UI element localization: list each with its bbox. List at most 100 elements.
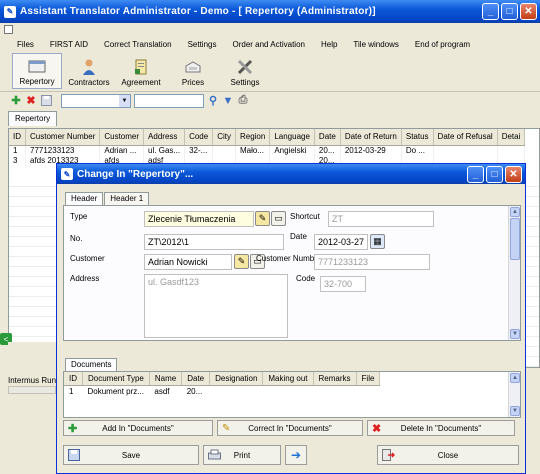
ribbon-repertory-button[interactable]: Repertory — [12, 53, 62, 89]
print-icon-btn — [208, 449, 221, 463]
menu-settings[interactable]: Settings — [179, 40, 224, 49]
grid-col-header[interactable]: Date of Return — [340, 129, 402, 146]
menu-files[interactable]: Files — [8, 40, 41, 49]
table-row-cell: 2012-03-29 — [340, 145, 402, 155]
ribbon-prices-label: Prices — [181, 78, 205, 87]
dialog-minimize-button[interactable]: _ — [467, 166, 484, 183]
doc-col-header[interactable]: Making out — [262, 372, 314, 386]
delete-icon[interactable]: ✖ — [25, 95, 37, 107]
menu-first-aid[interactable]: FIRST AID — [41, 40, 95, 49]
doc-col-header[interactable]: File — [356, 372, 381, 386]
table-row[interactable]: 1 7771233123 Adrian ... ul. Gas... 32-... Mał… — [9, 145, 526, 155]
grid-col-header[interactable]: Customer — [99, 129, 145, 146]
filter-icon[interactable]: ▼ — [222, 95, 234, 107]
tab-documents[interactable]: Documents — [65, 358, 118, 371]
ribbon-agreement-button[interactable]: Agreement — [116, 53, 166, 89]
tab-header-1[interactable]: Header 1 — [104, 192, 150, 205]
search-icon[interactable]: ⚲ — [207, 95, 219, 107]
date-field[interactable]: 2012-03-27 — [314, 234, 368, 250]
clear-type-icon[interactable]: ▭ — [271, 211, 286, 226]
customer-field[interactable]: Adrian Nowicki — [144, 254, 232, 270]
delete-document-label: Delete In "Documents" — [400, 423, 482, 433]
dialog-maximize-button[interactable]: □ — [486, 166, 503, 183]
save-button[interactable]: Save — [63, 445, 199, 465]
doc-col-header[interactable]: Designation — [209, 372, 264, 386]
correct-document-button[interactable]: ✎ Correct In "Documents" — [217, 420, 363, 436]
menu-bar: Files FIRST AID Correct Translation Sett… — [0, 36, 540, 53]
doc-row-cell — [263, 385, 313, 397]
close-dialog-button[interactable]: Close — [377, 445, 519, 465]
close-button[interactable]: ✕ — [520, 3, 537, 20]
doc-col-header[interactable]: Remarks — [313, 372, 357, 386]
documents-scrollbar[interactable]: ▲ ▼ — [508, 372, 520, 417]
tab-header[interactable]: Header — [65, 192, 104, 206]
grid-col-header[interactable]: City — [212, 129, 236, 146]
repertory-icon — [28, 58, 46, 74]
doc-row-cell — [356, 385, 380, 397]
documents-section: Documents ID Document Type Name Date Designa… — [63, 358, 521, 418]
grid-col-header[interactable]: Status — [401, 129, 434, 146]
menu-help[interactable]: Help — [312, 40, 344, 49]
doc-row[interactable]: 1 Dokument prz... asdf 20... — [64, 385, 380, 397]
grid-col-header[interactable]: Detai — [497, 129, 526, 146]
header-panel-scrollbar[interactable]: ▲ ▼ — [508, 206, 520, 340]
doc-col-header[interactable]: Date — [181, 372, 211, 386]
main-title-bar[interactable]: ✎ Assistant Translator Administrator - D… — [0, 0, 540, 23]
grid-col-header[interactable]: Date of Refusal — [433, 129, 498, 146]
edit-type-icon[interactable]: ✎ — [255, 211, 270, 226]
ribbon-prices-button[interactable]: Prices — [168, 53, 218, 89]
type-label: Type — [70, 212, 88, 221]
type-field[interactable]: Zlecenie Tłumaczenia — [144, 211, 254, 227]
add-icon[interactable]: ✚ — [10, 95, 22, 107]
doc-col-header[interactable]: Name — [149, 372, 183, 386]
grid-col-header[interactable]: Customer Number — [25, 129, 101, 146]
address-field[interactable]: ul. Gasdf123 — [144, 274, 288, 338]
doc-col-header[interactable]: Document Type — [82, 372, 150, 386]
next-button[interactable]: ➔ — [285, 445, 307, 465]
scroll-up-icon[interactable]: ▲ — [510, 207, 520, 217]
maximize-button[interactable]: □ — [501, 3, 518, 20]
shortcut-label: Shortcut — [290, 212, 320, 221]
documents-grid[interactable]: ID Document Type Name Date Designation Making… — [63, 371, 521, 418]
shortcut-field[interactable]: ZT — [328, 211, 434, 227]
add-document-button[interactable]: ✚ Add In "Documents" — [63, 420, 213, 436]
horizontal-scrollbar[interactable] — [8, 386, 56, 394]
doc-scroll-down-icon[interactable]: ▼ — [510, 406, 520, 416]
grid-col-header[interactable]: Address — [143, 129, 186, 146]
grid-col-header[interactable]: Code — [184, 129, 214, 146]
doc-scroll-up-icon[interactable]: ▲ — [510, 373, 520, 383]
print-button[interactable]: Print — [203, 445, 281, 465]
menu-correct-translation[interactable]: Correct Translation — [95, 40, 179, 49]
mdi-document-icon[interactable] — [4, 25, 13, 34]
save-disk-icon[interactable] — [40, 95, 52, 107]
ribbon-contractors-button[interactable]: Contractors — [64, 53, 114, 89]
minimize-button[interactable]: _ — [482, 3, 499, 20]
add-document-label: Add In "Documents" — [102, 423, 174, 433]
grid-col-header[interactable]: ID — [9, 129, 26, 146]
delete-document-button[interactable]: ✖ Delete In "Documents" — [367, 420, 515, 436]
filter-combo[interactable]: ▼ — [61, 93, 131, 108]
no-field[interactable]: ZT\2012\1 — [144, 234, 284, 250]
doc-col-header[interactable]: ID — [64, 372, 83, 386]
menu-order-activation[interactable]: Order and Activation — [223, 40, 311, 49]
dialog-title-bar[interactable]: ✎ Change In "Repertory"... _ □ ✕ — [57, 164, 525, 184]
dialog-close-button[interactable]: ✕ — [505, 166, 522, 183]
print-icon[interactable]: ⎙ — [237, 94, 249, 107]
scroll-thumb[interactable] — [510, 218, 520, 260]
menu-tile-windows[interactable]: Tile windows — [344, 40, 406, 49]
edit-customer-icon[interactable]: ✎ — [234, 254, 249, 269]
calendar-icon[interactable]: ▦ — [370, 234, 385, 249]
grid-col-header[interactable]: Language — [269, 129, 315, 146]
customer-number-field[interactable]: 7771233123 — [314, 254, 430, 270]
ribbon-settings-button[interactable]: Settings — [220, 53, 270, 89]
grid-col-header[interactable]: Region — [235, 129, 271, 146]
menu-end-program[interactable]: End of program — [406, 40, 477, 49]
scroll-down-icon[interactable]: ▼ — [510, 329, 520, 339]
table-row-cell: 20... — [314, 145, 341, 155]
search-field[interactable] — [134, 93, 204, 108]
tab-repertory[interactable]: Repertory — [8, 111, 58, 126]
code-field[interactable]: 32-700 — [320, 276, 366, 292]
close-label: Close — [437, 450, 459, 460]
doc-row-cell: 1 — [69, 386, 74, 396]
grid-col-header[interactable]: Date — [314, 129, 341, 146]
